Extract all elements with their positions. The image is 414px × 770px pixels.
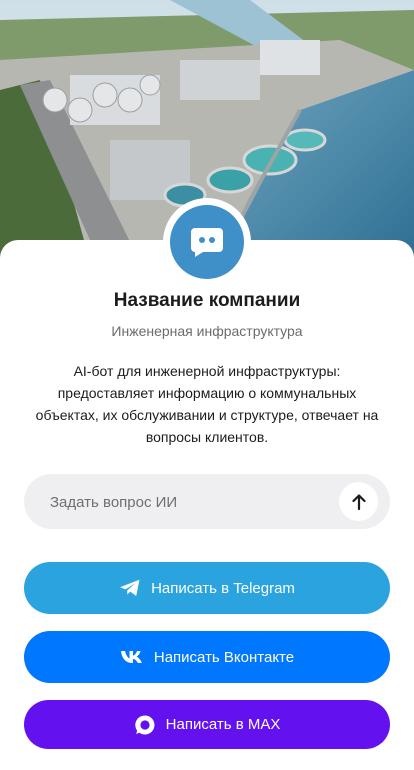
send-button[interactable] xyxy=(339,482,378,521)
vk-button[interactable]: Написать Вконтакте xyxy=(24,631,390,683)
company-avatar xyxy=(163,198,251,286)
max-icon xyxy=(134,714,156,736)
company-name: Название компании xyxy=(113,290,301,311)
vk-button-label: Написать Вконтакте xyxy=(153,648,295,666)
vk-icon xyxy=(120,650,144,664)
telegram-button-label: Написать в Telegram xyxy=(151,579,295,597)
max-button-label: Написать в MAX xyxy=(165,716,281,733)
ask-ai-input[interactable] xyxy=(48,474,352,531)
telegram-button[interactable]: Написать в Telegram xyxy=(24,562,390,614)
arrow-up-icon xyxy=(351,493,366,510)
chat-bubble-icon xyxy=(170,205,244,279)
telegram-icon xyxy=(119,579,141,597)
company-description: AI-бот для инженерной инфраструктуры: пр… xyxy=(35,363,379,445)
ask-ai-field xyxy=(24,474,390,531)
page: Название компании Инженерная инфраструкт… xyxy=(0,0,414,770)
company-subtitle: Инженерная инфраструктура xyxy=(111,323,303,339)
max-button[interactable]: Написать в MAX xyxy=(24,700,390,749)
